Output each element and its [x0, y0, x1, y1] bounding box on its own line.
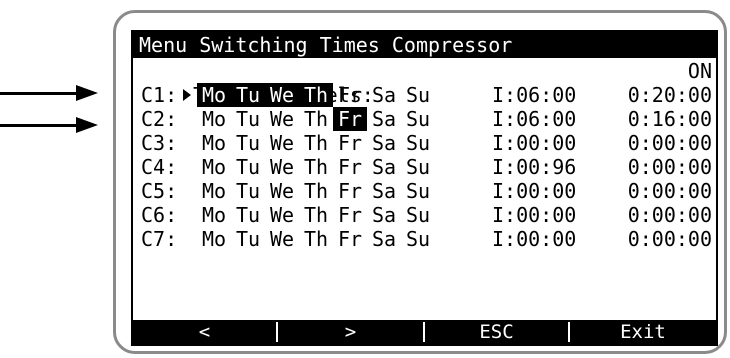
time-out[interactable]: 0:00:00	[628, 203, 712, 227]
channel-row[interactable]: C5: Mo Tu We Th Fr Sa Su I:00:00 0:00:00	[133, 179, 716, 203]
day-toggle-tu[interactable]: Tu	[231, 179, 265, 203]
day-toggle-fr[interactable]: Fr	[333, 227, 367, 251]
time-out[interactable]: 0:00:00	[628, 155, 712, 179]
channel-name: C2:	[141, 107, 178, 131]
day-toggle-su[interactable]: Su	[401, 131, 435, 155]
time-in[interactable]: I:00:00	[492, 227, 576, 251]
arrow-shaft	[0, 124, 78, 127]
channel-row[interactable]: C2: Mo Tu We Th Fr Sa Su I:06:00 0:16:00	[133, 107, 716, 131]
day-toggle-we[interactable]: We	[265, 179, 299, 203]
arrow-shaft	[0, 92, 78, 95]
day-toggle-sa[interactable]: Sa	[367, 203, 401, 227]
day-toggle-tu[interactable]: Tu	[231, 203, 265, 227]
time-in[interactable]: I:00:00	[492, 203, 576, 227]
channel-row[interactable]: C7: Mo Tu We Th Fr Sa Su I:00:00 0:00:00	[133, 227, 716, 251]
day-toggle-we[interactable]: We	[265, 227, 299, 251]
esc-softkey[interactable]: ESC	[425, 320, 568, 344]
day-toggle-fr[interactable]: Fr	[333, 131, 367, 155]
time-out[interactable]: 0:20:00	[628, 83, 712, 107]
day-toggle-th[interactable]: Th	[299, 155, 333, 179]
day-toggle-sa[interactable]: Sa	[367, 155, 401, 179]
time-out[interactable]: 0:00:00	[628, 131, 712, 155]
day-toggle-mo[interactable]: Mo	[197, 179, 231, 203]
channel-name: C3:	[141, 131, 178, 155]
channel-name: C5:	[141, 179, 178, 203]
lcd-screen: Menu Switching Times Compressor Timer ch…	[131, 30, 718, 346]
day-toggle-we[interactable]: We	[265, 83, 299, 107]
day-toggle-su[interactable]: Su	[401, 83, 435, 107]
day-toggle-th[interactable]: Th	[299, 179, 333, 203]
time-out[interactable]: 0:00:00	[628, 227, 712, 251]
channel-name: C4:	[141, 155, 178, 179]
timer-channels-row[interactable]: Timer channels: ON	[135, 59, 712, 107]
day-toggle-tu[interactable]: Tu	[231, 83, 265, 107]
day-toggle-tu[interactable]: Tu	[231, 155, 265, 179]
day-toggle-we[interactable]: We	[265, 131, 299, 155]
day-toggle-th[interactable]: Th	[299, 203, 333, 227]
day-toggle-we[interactable]: We	[265, 107, 299, 131]
arrow-right-icon	[76, 85, 98, 101]
page-title: Menu Switching Times Compressor	[133, 32, 716, 58]
day-toggle-su[interactable]: Su	[401, 227, 435, 251]
time-out[interactable]: 0:16:00	[628, 107, 712, 131]
day-toggle-mo[interactable]: Mo	[197, 107, 231, 131]
day-toggle-th[interactable]: Th	[299, 83, 333, 107]
day-toggle-th[interactable]: Th	[299, 131, 333, 155]
day-toggle-fr[interactable]: Fr	[333, 179, 367, 203]
prev-softkey[interactable]: <	[133, 320, 276, 344]
day-toggle-tu[interactable]: Tu	[231, 107, 265, 131]
day-toggle-sa[interactable]: Sa	[367, 131, 401, 155]
pointer-arrow-c2	[0, 117, 100, 133]
channel-name: C1:	[141, 83, 178, 107]
day-toggle-fr[interactable]: Fr	[333, 155, 367, 179]
day-toggle-mo[interactable]: Mo	[197, 227, 231, 251]
timer-channels-state: ON	[687, 59, 712, 83]
channel-row[interactable]: C4: Mo Tu We Th Fr Sa Su I:00:96 0:00:00	[133, 155, 716, 179]
day-toggle-sa[interactable]: Sa	[367, 179, 401, 203]
time-in[interactable]: I:00:00	[492, 179, 576, 203]
day-toggle-mo[interactable]: Mo	[197, 203, 231, 227]
day-toggle-mo[interactable]: Mo	[197, 83, 231, 107]
day-toggle-sa[interactable]: Sa	[367, 107, 401, 131]
day-toggle-fr[interactable]: Fr	[333, 203, 367, 227]
day-toggle-su[interactable]: Su	[401, 203, 435, 227]
time-in[interactable]: I:06:00	[492, 107, 576, 131]
day-toggle-th[interactable]: Th	[299, 107, 333, 131]
channel-name: C6:	[141, 203, 178, 227]
channel-list: C1: Mo Tu We Th Fr Sa Su I:06:00 0:20:00 C2: Mo Tu We…	[133, 83, 716, 251]
day-toggle-mo[interactable]: Mo	[197, 155, 231, 179]
day-toggle-su[interactable]: Su	[401, 155, 435, 179]
next-softkey[interactable]: >	[278, 320, 423, 344]
day-toggle-su[interactable]: Su	[401, 107, 435, 131]
day-toggle-mo[interactable]: Mo	[197, 131, 231, 155]
day-toggle-sa[interactable]: Sa	[367, 227, 401, 251]
time-in[interactable]: I:06:00	[492, 83, 576, 107]
day-toggle-fr[interactable]: Fr	[333, 107, 367, 131]
day-toggle-we[interactable]: We	[265, 203, 299, 227]
day-toggle-th[interactable]: Th	[299, 227, 333, 251]
pointer-arrow-c1	[0, 85, 100, 101]
day-toggle-sa[interactable]: Sa	[367, 83, 401, 107]
day-toggle-tu[interactable]: Tu	[231, 227, 265, 251]
day-toggle-we[interactable]: We	[265, 155, 299, 179]
channel-row[interactable]: C1: Mo Tu We Th Fr Sa Su I:06:00 0:20:00	[133, 83, 716, 107]
channel-row[interactable]: C3: Mo Tu We Th Fr Sa Su I:00:00 0:00:00	[133, 131, 716, 155]
time-in[interactable]: I:00:96	[492, 155, 576, 179]
time-in[interactable]: I:00:00	[492, 131, 576, 155]
day-toggle-fr[interactable]: Fr	[333, 83, 367, 107]
channel-name: C7:	[141, 227, 178, 251]
day-toggle-tu[interactable]: Tu	[231, 131, 265, 155]
day-toggle-su[interactable]: Su	[401, 179, 435, 203]
softkey-bar: < > ESC Exit	[133, 320, 716, 344]
channel-row[interactable]: C6: Mo Tu We Th Fr Sa Su I:00:00 0:00:00	[133, 203, 716, 227]
arrow-right-icon	[76, 117, 98, 133]
exit-softkey[interactable]: Exit	[570, 320, 716, 344]
time-out[interactable]: 0:00:00	[628, 179, 712, 203]
